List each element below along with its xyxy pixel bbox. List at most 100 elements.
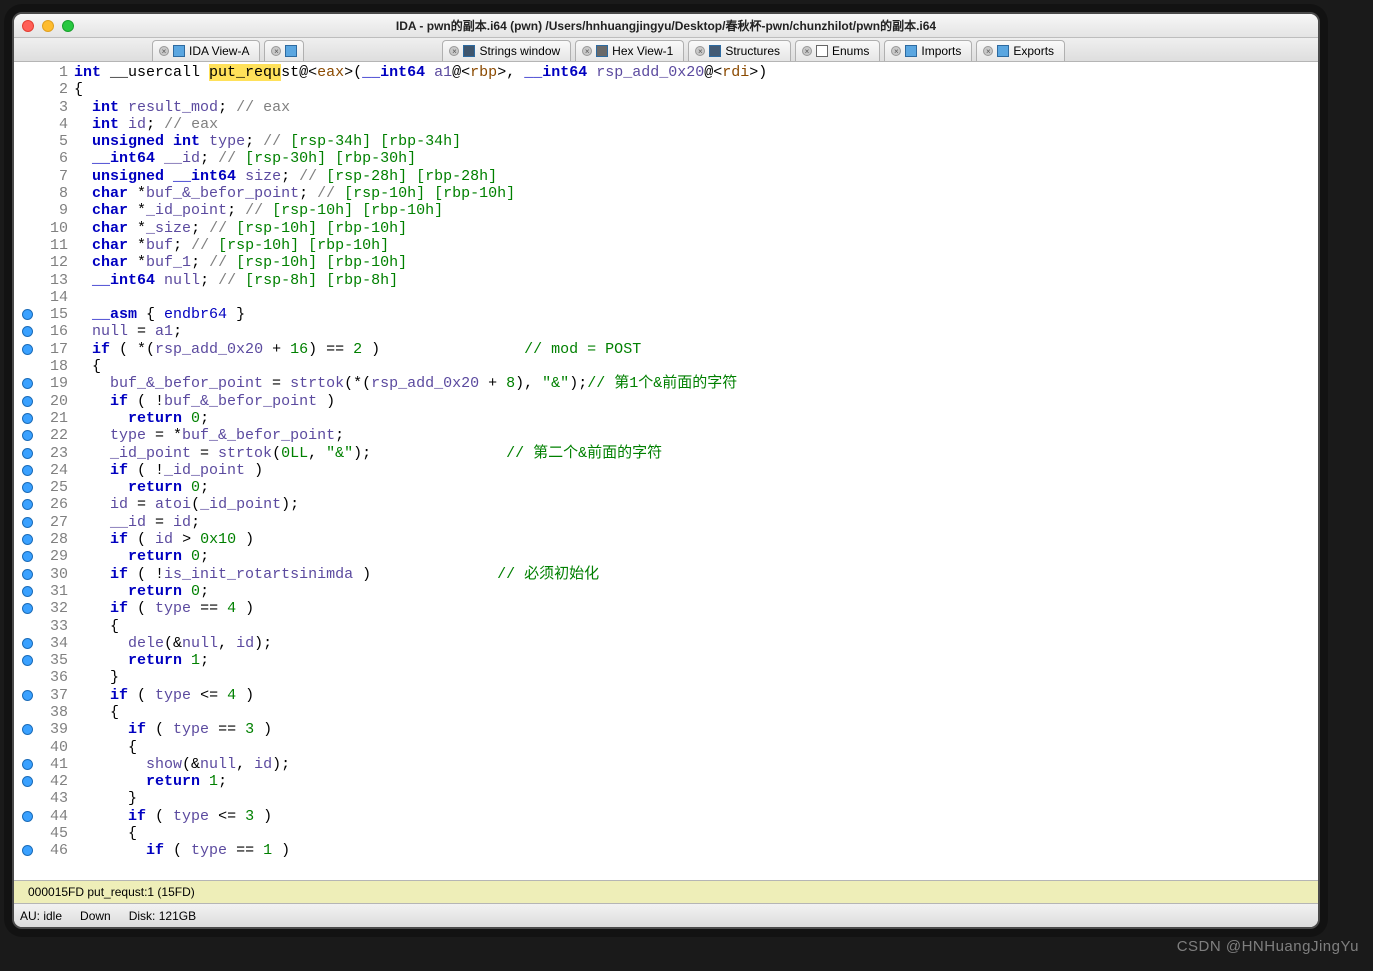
line-number: 25 xyxy=(14,479,74,496)
breakpoint-icon[interactable] xyxy=(22,309,33,320)
tabbar: × IDA View-A × × Strings window × Hex Vi… xyxy=(14,38,1318,62)
line-number: 23 xyxy=(14,445,74,462)
line-number: 37 xyxy=(14,687,74,704)
code-view[interactable]: int __usercall put_requst@<eax>(__int64 … xyxy=(74,62,1318,880)
tab-label: Exports xyxy=(1013,44,1054,58)
line-number: 35 xyxy=(14,652,74,669)
breakpoint-icon[interactable] xyxy=(22,413,33,424)
editor-area: 1234567891011121314151617181920212223242… xyxy=(14,62,1318,880)
close-icon[interactable]: × xyxy=(802,46,812,56)
strings-icon xyxy=(463,45,475,57)
line-number: 20 xyxy=(14,393,74,410)
line-number: 11 xyxy=(14,237,74,254)
address-status: 000015FD put_requst:1 (15FD) xyxy=(14,880,1318,903)
down-status: Down xyxy=(80,909,111,923)
bottom-bar: AU: idle Down Disk: 121GB xyxy=(14,903,1318,927)
line-number: 33 xyxy=(14,618,74,635)
line-number: 1 xyxy=(14,64,74,81)
breakpoint-icon[interactable] xyxy=(22,326,33,337)
breakpoint-icon[interactable] xyxy=(22,448,33,459)
line-number: 34 xyxy=(14,635,74,652)
line-number: 19 xyxy=(14,375,74,392)
breakpoint-icon[interactable] xyxy=(22,344,33,355)
tab-label: Imports xyxy=(921,44,961,58)
struct-icon xyxy=(709,45,721,57)
breakpoint-icon[interactable] xyxy=(22,482,33,493)
tab-structures[interactable]: × Structures xyxy=(688,40,791,61)
tab-label: Enums xyxy=(832,44,869,58)
breakpoint-icon[interactable] xyxy=(22,551,33,562)
breakpoint-icon[interactable] xyxy=(22,534,33,545)
breakpoint-icon[interactable] xyxy=(22,638,33,649)
hex-icon xyxy=(596,45,608,57)
line-number: 38 xyxy=(14,704,74,721)
close-icon[interactable]: × xyxy=(271,46,281,56)
close-icon[interactable]: × xyxy=(159,46,169,56)
line-number: 13 xyxy=(14,272,74,289)
line-number: 39 xyxy=(14,721,74,738)
breakpoint-icon[interactable] xyxy=(22,724,33,735)
breakpoint-icon[interactable] xyxy=(22,690,33,701)
breakpoint-icon[interactable] xyxy=(22,465,33,476)
breakpoint-icon[interactable] xyxy=(22,396,33,407)
tab-pseudocode[interactable]: × xyxy=(264,40,304,61)
line-number: 3 xyxy=(14,99,74,116)
breakpoint-icon[interactable] xyxy=(22,655,33,666)
line-number: 45 xyxy=(14,825,74,842)
breakpoint-icon[interactable] xyxy=(22,378,33,389)
close-icon[interactable]: × xyxy=(891,46,901,56)
line-number: 4 xyxy=(14,116,74,133)
line-number: 31 xyxy=(14,583,74,600)
line-number: 46 xyxy=(14,842,74,859)
zoom-icon[interactable] xyxy=(62,20,74,32)
line-number: 7 xyxy=(14,168,74,185)
window-controls xyxy=(22,20,74,32)
line-number: 17 xyxy=(14,341,74,358)
breakpoint-icon[interactable] xyxy=(22,845,33,856)
close-icon[interactable]: × xyxy=(449,46,459,56)
line-number: 26 xyxy=(14,496,74,513)
breakpoint-icon[interactable] xyxy=(22,811,33,822)
tab-strings[interactable]: × Strings window xyxy=(442,40,571,61)
line-number: 6 xyxy=(14,150,74,167)
line-number: 27 xyxy=(14,514,74,531)
line-number: 18 xyxy=(14,358,74,375)
tab-enums[interactable]: × Enums xyxy=(795,40,880,61)
line-number: 44 xyxy=(14,808,74,825)
line-number: 14 xyxy=(14,289,74,306)
au-status: AU: idle xyxy=(20,909,62,923)
line-number: 28 xyxy=(14,531,74,548)
close-icon[interactable]: × xyxy=(983,46,993,56)
tab-hex-view[interactable]: × Hex View-1 xyxy=(575,40,684,61)
line-number: 43 xyxy=(14,790,74,807)
breakpoint-icon[interactable] xyxy=(22,430,33,441)
line-number: 22 xyxy=(14,427,74,444)
tab-exports[interactable]: × Exports xyxy=(976,40,1065,61)
tab-ida-view-a[interactable]: × IDA View-A xyxy=(152,40,260,61)
line-number: 2 xyxy=(14,81,74,98)
imports-icon xyxy=(905,45,917,57)
minimize-icon[interactable] xyxy=(42,20,54,32)
breakpoint-icon[interactable] xyxy=(22,499,33,510)
line-number: 29 xyxy=(14,548,74,565)
pseudocode-icon xyxy=(285,45,297,57)
tab-label: IDA View-A xyxy=(189,44,249,58)
line-number: 15 xyxy=(14,306,74,323)
line-gutter: 1234567891011121314151617181920212223242… xyxy=(14,62,74,880)
line-number: 24 xyxy=(14,462,74,479)
breakpoint-icon[interactable] xyxy=(22,517,33,528)
app-window: IDA - pwn的副本.i64 (pwn) /Users/hnhuangjin… xyxy=(12,12,1320,929)
tab-label: Strings window xyxy=(479,44,560,58)
tab-imports[interactable]: × Imports xyxy=(884,40,972,61)
watermark: CSDN @HNHuangJingYu xyxy=(1177,938,1359,955)
line-number: 30 xyxy=(14,566,74,583)
breakpoint-icon[interactable] xyxy=(22,569,33,580)
breakpoint-icon[interactable] xyxy=(22,776,33,787)
close-icon[interactable]: × xyxy=(582,46,592,56)
breakpoint-icon[interactable] xyxy=(22,586,33,597)
breakpoint-icon[interactable] xyxy=(22,759,33,770)
view-icon xyxy=(173,45,185,57)
breakpoint-icon[interactable] xyxy=(22,603,33,614)
close-icon[interactable]: × xyxy=(695,46,705,56)
close-icon[interactable] xyxy=(22,20,34,32)
